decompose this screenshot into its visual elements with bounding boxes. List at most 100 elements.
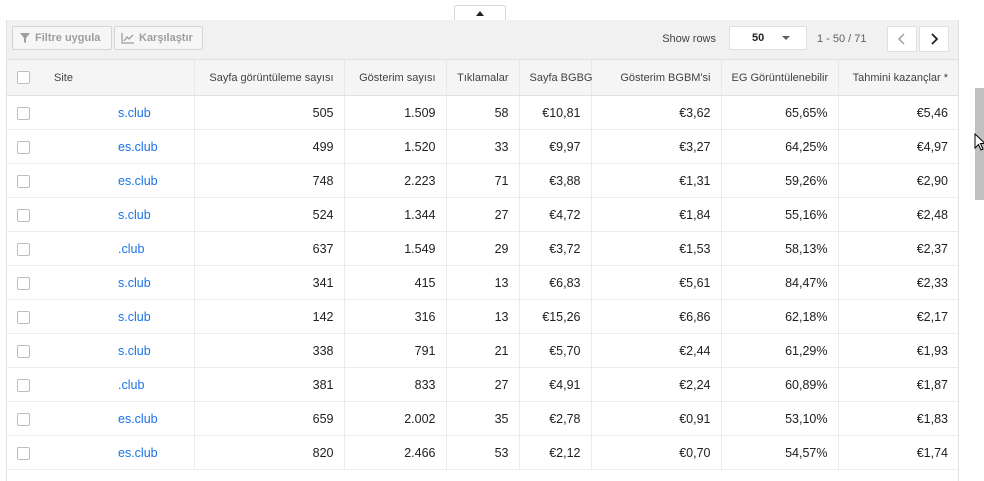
- metric-cell: 58: [445, 95, 519, 130]
- column-header[interactable]: EG Görüntülenebilir: [720, 60, 838, 96]
- metric-cell: 27: [445, 367, 519, 402]
- site-link[interactable]: es.club: [118, 412, 158, 426]
- row-checkbox[interactable]: [17, 310, 30, 324]
- metric-cell: 13: [445, 299, 519, 334]
- metric-cell: 33: [445, 129, 519, 164]
- compare-button[interactable]: Karşılaştır: [114, 26, 203, 50]
- site-link[interactable]: s.club: [118, 208, 151, 222]
- metric-cell: 499: [193, 129, 344, 164]
- line-chart-icon: [121, 33, 134, 44]
- row-checkbox[interactable]: [17, 276, 30, 290]
- metric-cell: 62,18%: [720, 299, 838, 334]
- row-checkbox[interactable]: [17, 106, 30, 120]
- metric-cell: €2,48: [837, 197, 958, 232]
- metric-cell: 637: [193, 231, 344, 266]
- row-checkbox[interactable]: [17, 412, 30, 426]
- sites-report-table: Site Sayfa görüntüleme sayısı Gösterim s…: [7, 60, 958, 470]
- metric-cell: €0,91: [590, 401, 721, 436]
- site-link[interactable]: s.club: [118, 276, 151, 290]
- metric-cell: 29: [445, 231, 519, 266]
- table-row[interactable]: s.club 341 415 13 €6,83 €5,61 84,47% €2,33: [7, 265, 958, 300]
- site-link[interactable]: s.club: [118, 310, 151, 324]
- prev-page-button[interactable]: [887, 26, 917, 52]
- table-row[interactable]: es.club 499 1.520 33 €9,97 €3,27 64,25% €4,97: [7, 129, 958, 164]
- metric-cell: 820: [193, 435, 344, 470]
- table-row[interactable]: es.club 748 2.223 71 €3,88 €1,31 59,26% €2,90: [7, 163, 958, 198]
- metric-cell: €1,87: [837, 367, 958, 402]
- site-link[interactable]: es.club: [118, 174, 158, 188]
- row-checkbox[interactable]: [17, 242, 30, 256]
- row-checkbox[interactable]: [17, 344, 30, 358]
- row-checkbox[interactable]: [17, 446, 30, 460]
- metric-cell: 65,65%: [720, 95, 838, 130]
- row-select-cell: [7, 163, 44, 198]
- metric-cell: 659: [193, 401, 344, 436]
- metric-cell: 142: [193, 299, 344, 334]
- metric-cell: 60,89%: [720, 367, 838, 402]
- table-row[interactable]: .club 381 833 27 €4,91 €2,24 60,89% €1,87: [7, 367, 958, 402]
- table-row[interactable]: .club 637 1.549 29 €3,72 €1,53 58,13% €2,37: [7, 231, 958, 266]
- metric-cell: €2,78: [518, 401, 591, 436]
- metric-cell: 61,29%: [720, 333, 838, 368]
- metric-cell: 524: [193, 197, 344, 232]
- metric-cell: €2,24: [590, 367, 721, 402]
- site-link[interactable]: .club: [118, 242, 144, 256]
- metric-cell: 1.509: [343, 95, 446, 130]
- site-link[interactable]: .club: [118, 378, 144, 392]
- column-header[interactable]: Site: [44, 60, 194, 96]
- table-row[interactable]: s.club 142 316 13 €15,26 €6,86 62,18% €2,17: [7, 299, 958, 334]
- metric-cell: €4,72: [518, 197, 591, 232]
- select-all-checkbox[interactable]: [17, 71, 30, 84]
- table-body: s.club 505 1.509 58 €10,81 €3,62 65,65% €5,46 es…: [7, 95, 958, 470]
- metric-cell: 1.520: [343, 129, 446, 164]
- row-select-cell: [7, 129, 44, 164]
- filter-button-label: Filtre uygula: [35, 32, 101, 44]
- column-header[interactable]: Gösterim BGBM'si: [590, 60, 721, 96]
- metric-cell: 13: [445, 265, 519, 300]
- metric-cell: €2,33: [837, 265, 958, 300]
- next-page-button[interactable]: [919, 26, 949, 52]
- metric-cell: 54,57%: [720, 435, 838, 470]
- table-row[interactable]: s.club 338 791 21 €5,70 €2,44 61,29% €1,93: [7, 333, 958, 368]
- column-header[interactable]: Tahmini kazançlar *: [837, 60, 958, 96]
- site-link[interactable]: s.club: [118, 106, 151, 120]
- table-row[interactable]: es.club 659 2.002 35 €2,78 €0,91 53,10% €1,83: [7, 401, 958, 436]
- table-row[interactable]: s.club 524 1.344 27 €4,72 €1,84 55,16% €2,48: [7, 197, 958, 232]
- select-all-cell: [7, 60, 44, 96]
- row-checkbox[interactable]: [17, 378, 30, 392]
- metric-cell: 1.344: [343, 197, 446, 232]
- column-header[interactable]: Sayfa BGBG: [518, 60, 592, 96]
- metric-cell: €4,97: [837, 129, 958, 164]
- site-link[interactable]: es.club: [118, 446, 158, 460]
- row-select-cell: [7, 265, 44, 300]
- vertical-scrollbar[interactable]: [968, 0, 984, 481]
- metric-cell: €4,91: [518, 367, 591, 402]
- table-row[interactable]: s.club 505 1.509 58 €10,81 €3,62 65,65% €5,46: [7, 95, 958, 130]
- collapse-toggle[interactable]: [454, 5, 506, 21]
- chevron-down-icon: [782, 36, 791, 40]
- row-checkbox[interactable]: [17, 140, 30, 154]
- metric-cell: 2.466: [343, 435, 446, 470]
- site-cell: s.club: [44, 95, 194, 130]
- site-link[interactable]: s.club: [118, 344, 151, 358]
- filter-icon: [20, 33, 30, 43]
- column-header[interactable]: Gösterim sayısı: [343, 60, 446, 96]
- row-select-cell: [7, 367, 44, 402]
- site-cell: .club: [44, 231, 194, 266]
- row-checkbox[interactable]: [17, 208, 30, 222]
- site-link[interactable]: es.club: [118, 140, 158, 154]
- compare-button-label: Karşılaştır: [139, 32, 193, 44]
- rows-per-page-select[interactable]: 50: [729, 26, 807, 50]
- metric-cell: 53,10%: [720, 401, 838, 436]
- column-header[interactable]: Sayfa görüntüleme sayısı: [193, 60, 344, 96]
- table-header-row: Site Sayfa görüntüleme sayısı Gösterim s…: [7, 60, 958, 96]
- filter-button[interactable]: Filtre uygula: [12, 26, 112, 50]
- metric-cell: €2,44: [590, 333, 721, 368]
- table-row[interactable]: es.club 820 2.466 53 €2,12 €0,70 54,57% €1,74: [7, 435, 958, 470]
- column-header[interactable]: Tıklamalar: [445, 60, 519, 96]
- metric-cell: 791: [343, 333, 446, 368]
- metric-cell: 64,25%: [720, 129, 838, 164]
- row-checkbox[interactable]: [17, 174, 30, 188]
- metric-cell: €2,17: [837, 299, 958, 334]
- metric-cell: 338: [193, 333, 344, 368]
